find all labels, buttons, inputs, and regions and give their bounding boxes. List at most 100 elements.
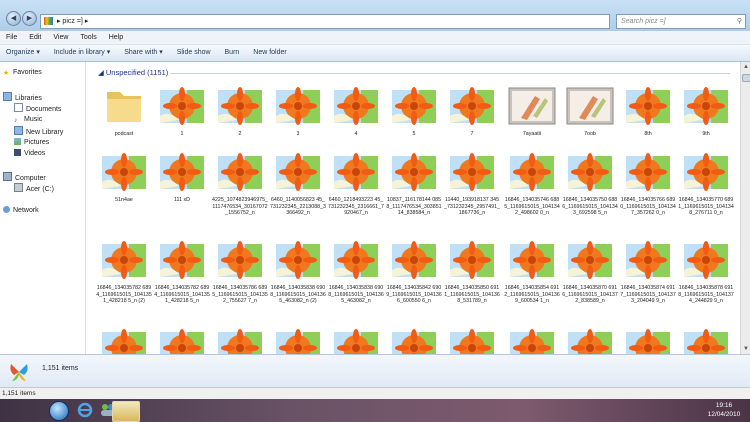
file-item[interactable] [504,328,560,354]
file-item[interactable]: 6460_1140056823 45_731232345_2213088_336… [270,152,326,217]
file-item[interactable]: 16846_134035874 6917_1169615015_1041373_… [620,240,676,305]
scroll-up-icon[interactable]: ▲ [741,62,750,72]
file-item[interactable]: 16846_134035786 6895_1169615015_1041352_… [212,240,268,305]
share-with-button[interactable]: Share with ▾ [118,45,169,61]
file-item[interactable]: podcast [96,86,152,138]
address-bar[interactable]: ▸ picz =] ▸ ↻ [40,14,647,29]
nav-favorites[interactable]: ★ Favorites [3,68,42,77]
file-item[interactable]: 1 [154,86,210,138]
image-thumbnail-icon [276,329,320,354]
file-item[interactable] [562,328,618,354]
file-name: 16846_134035854 6912_1169615015_1041369_… [504,285,560,305]
paint-image-icon [508,87,556,125]
file-name: 16846_134035782 6894_1169615015_1041351_… [154,285,210,305]
file-item[interactable]: 4 [328,86,384,138]
image-thumbnail-icon [160,87,204,125]
back-button[interactable]: ◀ [6,11,21,26]
scrollbar-thumb[interactable] [742,74,750,82]
paint-image-icon [566,87,614,125]
file-item[interactable]: 2 [212,86,268,138]
file-item[interactable]: 8th [620,86,676,138]
file-item[interactable] [678,328,734,354]
image-thumbnail-icon [102,153,146,191]
image-thumbnail-icon [626,241,670,279]
menu-edit[interactable]: Edit [23,31,47,44]
file-name: 16846_134035850 6911_1169615015_1041368_… [444,285,500,305]
file-item[interactable]: 7oob [562,86,618,138]
file-item[interactable] [212,328,268,354]
file-item[interactable]: 3 [270,86,326,138]
file-item[interactable] [328,328,384,354]
search-icon[interactable]: ⚲ [737,15,742,28]
nav-network[interactable]: Network [3,206,39,215]
file-item[interactable]: 7ayaatii [504,86,560,138]
file-item[interactable]: 16846_134035838 6908_1169615015_1041365_… [328,240,384,305]
file-item[interactable]: 16846_134035782 6894_1169615015_1041351_… [96,240,152,305]
file-item[interactable]: 4225_1074823946975_1117476534_30167072_1… [212,152,268,217]
nav-computer[interactable]: Computer [3,172,46,183]
image-thumbnail-icon [160,241,204,279]
nav-drive-c[interactable]: Acer (C:) [14,183,54,194]
new-folder-button[interactable]: New folder [247,45,292,61]
menu-file[interactable]: File [0,31,23,44]
search-input[interactable]: Search picz =] ⚲ [616,14,746,29]
file-item[interactable]: 5 [386,86,442,138]
file-item[interactable] [96,328,152,354]
file-name: podcast [114,131,134,137]
file-item[interactable]: 16846_134035766 6890_1169615015_1041347_… [620,152,676,217]
clock-time: 19:16 [715,402,733,409]
slide-show-button[interactable]: Slide show [171,45,217,61]
nav-libraries[interactable]: Libraries [3,92,42,103]
wlm-butterfly-icon [10,364,28,381]
nav-videos[interactable]: Videos [14,149,45,158]
file-item[interactable]: 7 [444,86,500,138]
file-item[interactable]: 111 xD [154,152,210,204]
file-item[interactable] [270,328,326,354]
file-item[interactable] [620,328,676,354]
file-item[interactable]: 10837_116178144 0858_1117476534_30385114… [386,152,442,217]
file-name: 16846_134035874 6917_1169615015_1041373_… [620,285,676,305]
nav-documents[interactable]: Documents [14,103,61,114]
nav-new-library[interactable]: New Library [14,126,63,137]
file-item[interactable]: 16846_134035850 6911_1169615015_1041368_… [444,240,500,305]
file-item[interactable]: 16846_134035838 6908_1169615015_1041365_… [270,240,326,305]
internet-explorer-icon[interactable] [77,402,93,418]
file-item[interactable]: 16846_134035878 6918_1169615015_1041374_… [678,240,734,305]
vertical-scrollbar[interactable]: ▲ ▼ [740,62,750,354]
file-item[interactable]: 16846_134035842 6909_1169615015_1041366_… [386,240,442,305]
file-item[interactable]: 16846_134035770 6891_1169615015_1041348_… [678,152,734,217]
system-clock[interactable]: 19:16 12/04/2010 [700,401,748,419]
file-item[interactable] [154,328,210,354]
forward-button[interactable]: ▶ [22,11,37,26]
burn-button[interactable]: Burn [219,45,246,61]
group-header[interactable]: ◢ Unspecified (1151) [98,68,168,77]
scroll-down-icon[interactable]: ▼ [741,344,750,354]
nav-pictures[interactable]: Pictures [14,138,49,147]
file-item[interactable]: 11440_193918137 345_731232345_2957491_18… [444,152,500,217]
include-in-library-button[interactable]: Include in library ▾ [48,45,116,61]
menu-tools[interactable]: Tools [74,31,102,44]
explorer-taskbar-button[interactable] [112,401,140,422]
file-name: 16846_134035770 6891_1169615015_1041348_… [678,197,734,217]
file-item[interactable]: 16846_134035854 6912_1169615015_1041369_… [504,240,560,305]
file-item[interactable]: 16846_134035782 6894_1169615015_1041351_… [154,240,210,305]
menu-help[interactable]: Help [103,31,129,44]
file-item[interactable]: 16846_134035870 6916_1169615015_1041372_… [562,240,618,305]
file-item[interactable]: 9th [678,86,734,138]
image-thumbnail-icon [334,329,378,354]
image-thumbnail-icon [450,153,494,191]
organize-button[interactable]: Organize ▾ [0,45,46,61]
menu-view[interactable]: View [47,31,74,44]
address-text: picz =] [62,18,83,25]
file-item[interactable]: 51n4ae [96,152,152,204]
nav-music[interactable]: ♪ Music [14,115,42,124]
file-name: 16846_134035782 6894_1169615015_1041351_… [96,285,152,305]
item-count: 1,151 items [42,365,79,372]
file-name: 16846_134035786 6895_1169615015_1041352_… [212,285,268,305]
file-item[interactable] [444,328,500,354]
document-icon [14,103,23,112]
file-item[interactable]: 6460_1218493223 45_731232345_2316661_792… [328,152,384,217]
file-item[interactable]: 16846_134035750 6886_1169615015_1041343_… [562,152,618,217]
file-item[interactable] [386,328,442,354]
file-item[interactable]: 16846_134035746 6885_1169615015_1041342_… [504,152,560,217]
